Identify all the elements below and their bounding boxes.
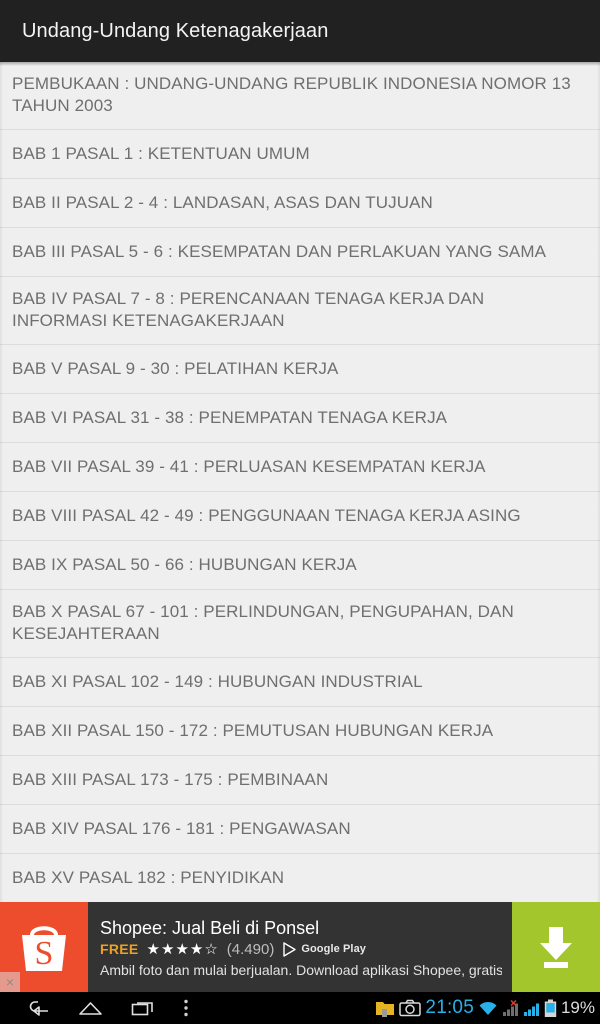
- recent-apps-icon[interactable]: [131, 999, 155, 1017]
- list-item[interactable]: BAB V PASAL 9 - 30 : PELATIHAN KERJA: [0, 345, 600, 394]
- ad-subtitle: Ambil foto dan mulai berjualan. Download…: [100, 961, 502, 978]
- battery-icon: [544, 999, 557, 1017]
- camera-icon: [399, 999, 422, 1017]
- list-item[interactable]: BAB III PASAL 5 - 6 : KESEMPATAN DAN PER…: [0, 228, 600, 277]
- status-icons: 21:05 19%: [375, 997, 600, 1019]
- system-nav-bar: 21:05 19%: [0, 992, 600, 1024]
- list-item-label: BAB XII PASAL 150 - 172 : PEMUTUSAN HUBU…: [12, 720, 494, 740]
- list-item-label: BAB IV PASAL 7 - 8 : PERENCANAAN TENAGA …: [12, 289, 485, 330]
- google-play-badge: Google Play: [282, 941, 367, 957]
- list-item[interactable]: BAB XI PASAL 102 - 149 : HUBUNGAN INDUST…: [0, 658, 600, 707]
- clock: 21:05: [425, 997, 474, 1018]
- ad-title: Shopee: Jual Beli di Ponsel: [100, 917, 320, 938]
- ad-close-button[interactable]: ×: [0, 972, 20, 992]
- list-item[interactable]: BAB II PASAL 2 - 4 : LANDASAN, ASAS DAN …: [0, 179, 600, 228]
- chapter-list[interactable]: PEMBUKAAN : UNDANG-UNDANG REPUBLIK INDON…: [0, 62, 600, 992]
- list-item-label: BAB XIV PASAL 176 - 181 : PENGAWASAN: [12, 818, 351, 838]
- list-item[interactable]: BAB X PASAL 67 - 101 : PERLINDUNGAN, PEN…: [0, 590, 600, 658]
- svg-text:S: S: [35, 935, 54, 972]
- list-item[interactable]: BAB IV PASAL 7 - 8 : PERENCANAAN TENAGA …: [0, 277, 600, 345]
- list-item-label: BAB III PASAL 5 - 6 : KESEMPATAN DAN PER…: [12, 241, 547, 261]
- action-bar: Undang-Undang Ketenagakerjaan: [0, 0, 600, 66]
- list-item[interactable]: BAB XIV PASAL 176 - 181 : PENGAWASAN: [0, 805, 600, 854]
- list-item-label: BAB V PASAL 9 - 30 : PELATIHAN KERJA: [12, 358, 339, 378]
- ad-content[interactable]: Shopee: Jual Beli di Ponsel FREE ★★★★☆ (…: [88, 902, 512, 992]
- ad-price-label: FREE: [100, 941, 139, 957]
- shopping-bag-icon: S: [22, 926, 66, 972]
- list-item-label: PEMBUKAAN : UNDANG-UNDANG REPUBLIK INDON…: [12, 74, 571, 115]
- list-item-label: BAB VI PASAL 31 - 38 : PENEMPATAN TENAGA…: [12, 407, 448, 427]
- google-play-label: Google Play: [301, 943, 367, 955]
- battery-percent: 19%: [560, 998, 595, 1017]
- list-item-label: BAB 1 PASAL 1 : KETENTUAN UMUM: [12, 143, 310, 163]
- list-item-label: BAB X PASAL 67 - 101 : PERLINDUNGAN, PEN…: [12, 602, 514, 643]
- app-window: Undang-Undang Ketenagakerjaan PEMBUKAAN …: [0, 0, 600, 992]
- list-item-label: BAB XIII PASAL 173 - 175 : PEMBINAAN: [12, 769, 329, 789]
- ad-banner[interactable]: S Shopee: Jual Beli di Ponsel FREE ★★★★☆…: [0, 902, 600, 992]
- ad-star-rating: ★★★★☆: [146, 940, 219, 958]
- signal-no-service-icon: [502, 999, 518, 1016]
- ad-install-button[interactable]: [512, 902, 600, 992]
- page-title: Undang-Undang Ketenagakerjaan: [22, 19, 329, 42]
- list-item[interactable]: BAB 1 PASAL 1 : KETENTUAN UMUM: [0, 130, 600, 179]
- home-icon[interactable]: [78, 999, 103, 1017]
- list-item[interactable]: BAB VI PASAL 31 - 38 : PENEMPATAN TENAGA…: [0, 394, 600, 443]
- signal-bars-icon: [523, 1003, 539, 1016]
- folder-download-icon: [376, 1002, 395, 1017]
- back-arrow-icon[interactable]: [26, 998, 50, 1018]
- list-item[interactable]: BAB XII PASAL 150 - 172 : PEMUTUSAN HUBU…: [0, 707, 600, 756]
- nav-buttons: [0, 998, 189, 1018]
- list-item-label: BAB XV PASAL 182 : PENYIDIKAN: [12, 867, 285, 887]
- list-item-label: BAB IX PASAL 50 - 66 : HUBUNGAN KERJA: [12, 554, 357, 574]
- list-item-label: BAB VIII PASAL 42 - 49 : PENGGUNAAN TENA…: [12, 505, 521, 525]
- google-play-icon: [283, 941, 297, 957]
- list-item[interactable]: BAB VII PASAL 39 - 41 : PERLUASAN KESEMP…: [0, 443, 600, 492]
- list-item-label: BAB II PASAL 2 - 4 : LANDASAN, ASAS DAN …: [12, 192, 433, 212]
- overflow-menu-icon[interactable]: [183, 998, 189, 1018]
- ad-meta-row: FREE ★★★★☆ (4.490) Google Play: [100, 941, 502, 958]
- list-item-label: BAB XI PASAL 102 - 149 : HUBUNGAN INDUST…: [12, 671, 423, 691]
- ad-rating-count: (4.490): [226, 940, 275, 958]
- download-icon: [540, 927, 572, 968]
- list-item[interactable]: BAB VIII PASAL 42 - 49 : PENGGUNAAN TENA…: [0, 492, 600, 541]
- list-item[interactable]: BAB IX PASAL 50 - 66 : HUBUNGAN KERJA: [0, 541, 600, 590]
- wifi-icon: [479, 1001, 497, 1015]
- list-item[interactable]: PEMBUKAAN : UNDANG-UNDANG REPUBLIK INDON…: [0, 62, 600, 130]
- list-item-label: BAB VII PASAL 39 - 41 : PERLUASAN KESEMP…: [12, 456, 486, 476]
- list-item[interactable]: BAB XV PASAL 182 : PENYIDIKAN: [0, 854, 600, 903]
- list-item[interactable]: BAB XIII PASAL 173 - 175 : PEMBINAAN: [0, 756, 600, 805]
